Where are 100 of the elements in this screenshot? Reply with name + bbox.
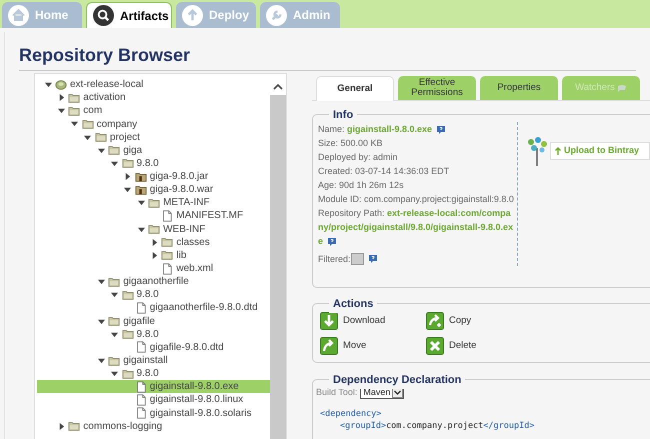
tree-item[interactable]: activation	[37, 91, 270, 104]
folder-icon	[148, 223, 160, 236]
folder-icon	[108, 315, 120, 328]
field-label: Filtered:	[318, 253, 351, 266]
nav-tab[interactable]: Artifacts	[86, 2, 172, 28]
tree-item[interactable]: gigainstall-9.8.0.solaris	[37, 406, 270, 420]
expand-arrow-icon[interactable]	[150, 238, 158, 246]
speech-bubble-icon	[616, 84, 627, 92]
tree-item[interactable]: classes	[37, 236, 270, 249]
tree-item[interactable]: commons-logging	[37, 420, 270, 433]
folder-icon	[122, 328, 134, 340]
tab[interactable]: Effective Permissions	[398, 76, 476, 100]
info-field: Module ID: com.company.project:gigainstall:9.8.0	[318, 192, 515, 206]
tree-item[interactable]: gigainstall-9.8.0.exe	[37, 380, 270, 394]
up-arrow-icon	[555, 147, 561, 155]
help-icon[interactable]	[436, 124, 446, 135]
scrollbar-track[interactable]	[270, 95, 286, 439]
tree-item[interactable]: lib	[37, 248, 270, 262]
tree-item[interactable]: WEB-INF	[37, 222, 270, 236]
tree-item[interactable]: 9.8.0	[37, 288, 270, 302]
tree-item[interactable]: project	[37, 130, 270, 144]
archive-icon	[134, 184, 147, 196]
tree-item[interactable]: 9.8.0	[37, 328, 270, 341]
tab[interactable]: Properties	[480, 76, 558, 100]
tree-item[interactable]: giga-9.8.0.jar	[37, 170, 270, 184]
archive-icon	[134, 170, 147, 183]
tree-logo-icon	[526, 136, 550, 166]
folder-icon	[108, 276, 120, 288]
info-field: Name: gigainstall-9.8.0.exe	[318, 122, 515, 136]
info-field: Repository Path: ext-release-local:com/company/project/gigainstall/9.8.0/gigainstall-9.8.0.exe	[318, 206, 515, 248]
scroll-up-icon[interactable]	[273, 83, 283, 91]
folder-icon	[68, 104, 80, 117]
move-icon	[320, 337, 338, 355]
expand-arrow-icon[interactable]	[58, 94, 65, 102]
download-icon	[320, 312, 338, 330]
section-title: Actions	[329, 296, 378, 312]
action-link[interactable]: Copy	[426, 312, 526, 330]
folder-icon	[148, 196, 160, 209]
tab[interactable]: General	[316, 76, 394, 101]
tree-item[interactable]: gigaanotherfile-9.8.0.dtd	[37, 301, 270, 315]
tree-item[interactable]: MANIFEST.MF	[37, 209, 270, 223]
file-icon	[134, 394, 147, 406]
collapse-arrow-icon[interactable]	[111, 330, 118, 338]
tree-item[interactable]: gigainstall	[37, 354, 270, 368]
expand-arrow-icon[interactable]	[58, 422, 65, 430]
tree-item[interactable]: web.xml	[37, 262, 270, 276]
tree-item[interactable]: gigafile	[37, 314, 270, 328]
action-link[interactable]: Download	[320, 312, 426, 330]
collapse-arrow-icon[interactable]	[44, 81, 52, 88]
file-icon	[134, 341, 147, 354]
file-icon	[134, 380, 147, 393]
info-field: Deployed by: admin	[318, 150, 515, 164]
folder-icon	[122, 288, 134, 301]
repository-icon	[55, 78, 67, 91]
expand-arrow-icon[interactable]	[124, 173, 132, 180]
folder-icon	[108, 144, 120, 156]
collapse-arrow-icon[interactable]	[58, 107, 65, 114]
tree-item[interactable]: gigaanotherfile	[37, 275, 270, 288]
file-icon	[134, 302, 147, 314]
info-field: Age: 90d 1h 26m 12s	[318, 178, 515, 192]
action-link[interactable]: Move	[320, 337, 426, 355]
collapse-arrow-icon[interactable]	[98, 318, 105, 325]
info-field: Size: 500.00 KB	[318, 136, 515, 150]
folder-icon	[161, 236, 174, 248]
action-link[interactable]: Delete	[426, 337, 526, 355]
tree-item[interactable]: giga	[37, 144, 270, 157]
folder-icon	[68, 92, 80, 104]
folder-icon	[94, 131, 107, 144]
tree-item[interactable]: giga-9.8.0.war	[37, 183, 270, 196]
collapse-arrow-icon[interactable]	[124, 186, 132, 194]
collapse-arrow-icon[interactable]	[111, 370, 118, 378]
collapse-arrow-icon[interactable]	[98, 278, 105, 286]
tree-item[interactable]: META-INF	[37, 196, 270, 210]
tree-item[interactable]: gigafile-9.8.0.dtd	[37, 340, 270, 354]
help-icon[interactable]	[327, 236, 338, 247]
collapse-arrow-icon[interactable]	[138, 199, 145, 206]
collapse-arrow-icon[interactable]	[98, 357, 105, 364]
expand-arrow-icon[interactable]	[150, 252, 158, 259]
tree-item[interactable]: 9.8.0	[37, 156, 270, 170]
file-icon	[161, 262, 174, 275]
tree-item[interactable]: gigainstall-9.8.0.linux	[37, 393, 270, 407]
tree-item[interactable]: com	[37, 104, 270, 118]
field-label: Build Tool:	[316, 386, 358, 399]
collapse-arrow-icon[interactable]	[84, 134, 92, 141]
tree-item[interactable]: company	[37, 117, 270, 131]
collapse-arrow-icon[interactable]	[111, 291, 118, 298]
file-icon	[134, 407, 147, 420]
collapse-arrow-icon[interactable]	[71, 120, 78, 128]
folder-icon	[108, 354, 120, 367]
code-line: <dependency>	[320, 408, 382, 420]
code-line: <groupId>com.company.project</groupId>	[339, 420, 536, 432]
checkbox[interactable]	[350, 253, 364, 265]
collapse-arrow-icon[interactable]	[138, 226, 145, 233]
tree-item[interactable]: 9.8.0	[37, 367, 270, 380]
info-field: Created: 03-07-14 14:36:03 EDT	[318, 164, 515, 178]
collapse-arrow-icon[interactable]	[111, 160, 118, 167]
folder-icon	[68, 420, 80, 432]
tree-item[interactable]: ext-release-local	[37, 78, 270, 92]
help-icon[interactable]	[368, 254, 378, 264]
collapse-arrow-icon[interactable]	[98, 146, 105, 154]
